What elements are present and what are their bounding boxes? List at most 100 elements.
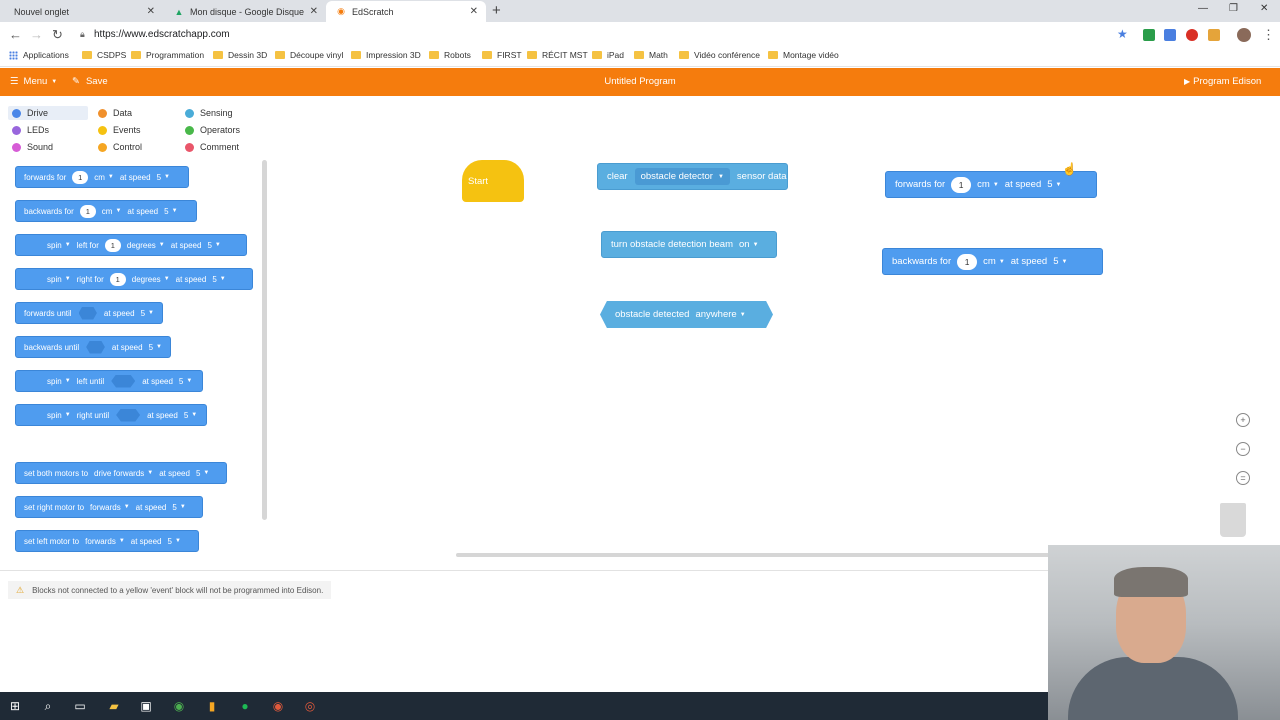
palette-block-spin-right-until[interactable]: spin ▼ right until at speed 5 ▼ [15, 404, 207, 426]
window-close-icon[interactable]: ✕ [1260, 3, 1268, 14]
category-events[interactable]: Events [94, 123, 145, 137]
spin-dropdown[interactable]: spin ▼ [47, 411, 71, 420]
boolean-slot[interactable] [111, 374, 136, 388]
bookmark-item[interactable]: Vidéo conférence [679, 50, 760, 60]
category-operators[interactable]: Operators [181, 123, 244, 137]
boolean-slot[interactable] [116, 408, 141, 422]
close-icon[interactable]: ✕ [310, 6, 318, 17]
drive-extension-icon[interactable] [1143, 29, 1155, 41]
tab-new-tab[interactable]: Nouvel onglet ✕ [0, 1, 163, 22]
chrome-icon[interactable]: ◉ [172, 699, 186, 713]
obstacle-detected-block[interactable]: obstacle detected anywhere ▼ [600, 301, 773, 328]
boolean-slot[interactable] [86, 340, 105, 354]
bookmark-item[interactable]: Impression 3D [351, 50, 421, 60]
palette-block-spin-left-until[interactable]: spin ▼ left until at speed 5 ▼ [15, 370, 203, 392]
speed-dropdown[interactable]: 5 ▼ [149, 343, 162, 352]
bookmark-item[interactable]: Dessin 3D [213, 50, 267, 60]
distance-input[interactable]: 1 [951, 176, 972, 193]
unit-dropdown[interactable]: cm ▼ [102, 207, 122, 216]
minimize-icon[interactable]: — [1198, 3, 1208, 14]
extension-icon[interactable] [1186, 29, 1198, 41]
motor-direction-dropdown[interactable]: forwards ▼ [85, 537, 125, 546]
boolean-slot[interactable] [78, 306, 97, 320]
task-view-icon[interactable]: ▭ [73, 699, 87, 713]
bookmark-item[interactable]: Math [634, 50, 668, 60]
speed-dropdown[interactable]: 5 ▼ [157, 173, 170, 182]
store-icon[interactable]: ▣ [139, 699, 153, 713]
clear-sensor-data-block[interactable]: clear obstacle detector ▼ sensor data [597, 163, 788, 190]
speed-dropdown[interactable]: 5 ▼ [1053, 256, 1067, 267]
motor-direction-dropdown[interactable]: drive forwards ▼ [94, 469, 153, 478]
distance-input[interactable]: 1 [957, 253, 978, 270]
direction-dropdown[interactable]: anywhere ▼ [695, 309, 745, 320]
kebab-menu-icon[interactable]: ⋮ [1262, 27, 1275, 43]
palette-block-spin-right-for[interactable]: spin ▼ right for 1 degrees ▼ at speed 5 ▼ [15, 268, 253, 290]
speed-dropdown[interactable]: 5 ▼ [141, 309, 154, 318]
angle-input[interactable]: 1 [109, 272, 126, 286]
start-event-block[interactable]: Start [462, 160, 524, 202]
speed-dropdown[interactable]: 5 ▼ [167, 537, 180, 546]
program-title[interactable]: Untitled Program [0, 76, 1280, 87]
spin-dropdown[interactable]: spin ▼ [47, 241, 71, 250]
bookmark-item[interactable]: Robots [429, 50, 471, 60]
trash-icon[interactable] [1220, 503, 1246, 537]
unit-dropdown[interactable]: degrees ▼ [127, 241, 165, 250]
category-comment[interactable]: Comment [181, 140, 243, 154]
unit-dropdown[interactable]: cm ▼ [977, 179, 999, 190]
bookmark-item[interactable]: Découpe vinyl [275, 50, 343, 60]
reload-icon[interactable]: ↻ [52, 27, 63, 43]
spin-dropdown[interactable]: spin ▼ [47, 275, 71, 284]
obstacle-beam-block[interactable]: turn obstacle detection beam on ▼ [601, 231, 777, 258]
url-field[interactable]: https://www.edscratchapp.com [94, 29, 230, 40]
speed-dropdown[interactable]: 5 ▼ [212, 275, 225, 284]
category-control[interactable]: Control [94, 140, 146, 154]
spotify-icon[interactable]: ● [238, 699, 252, 713]
bookmark-item[interactable]: Programmation [131, 50, 204, 60]
workspace-horizontal-scrollbar[interactable] [456, 553, 1056, 557]
forward-icon[interactable]: → [30, 27, 43, 42]
bookmark-item[interactable]: iPad [592, 50, 624, 60]
bookmark-item[interactable]: RÉCIT MST [527, 50, 588, 60]
category-leds[interactable]: LEDs [8, 123, 53, 137]
back-icon[interactable]: ← [9, 27, 22, 42]
close-icon[interactable]: ✕ [470, 6, 478, 17]
avatar[interactable] [1237, 28, 1251, 42]
palette-block-spin-left-for[interactable]: spin ▼ left for 1 degrees ▼ at speed 5 ▼ [15, 234, 247, 256]
speed-dropdown[interactable]: 5 ▼ [179, 377, 192, 386]
app-icon[interactable]: ▮ [205, 699, 219, 713]
category-data[interactable]: Data [94, 106, 136, 120]
tab-edscratch[interactable]: ◉ EdScratch ✕ [326, 1, 486, 22]
category-sensing[interactable]: Sensing [181, 106, 237, 120]
maximize-icon[interactable]: ❐ [1229, 3, 1238, 14]
speed-dropdown[interactable]: 5 ▼ [1047, 179, 1061, 190]
zoom-reset-icon[interactable]: = [1236, 471, 1250, 485]
extension-icon[interactable] [1208, 29, 1220, 41]
new-tab-button[interactable]: + [492, 2, 506, 19]
unit-dropdown[interactable]: degrees ▼ [132, 275, 170, 284]
chrome-active-icon[interactable]: ◉ [271, 699, 285, 713]
speed-dropdown[interactable]: 5 ▼ [196, 469, 209, 478]
motor-direction-dropdown[interactable]: forwards ▼ [90, 503, 130, 512]
unit-dropdown[interactable]: cm ▼ [983, 256, 1005, 267]
extension-icon[interactable] [1164, 29, 1176, 41]
distance-input[interactable]: 1 [72, 170, 89, 184]
bookmark-item[interactable]: Applications [9, 50, 69, 60]
palette-block-forwards-for[interactable]: forwards for 1 cm ▼ at speed 5 ▼ [15, 166, 189, 188]
backwards-for-block[interactable]: backwards for 1 cm ▼ at speed 5 ▼ [882, 248, 1103, 275]
category-sound[interactable]: Sound [8, 140, 57, 154]
distance-input[interactable]: 1 [79, 204, 96, 218]
angle-input[interactable]: 1 [104, 238, 121, 252]
palette-block-backwards-for[interactable]: backwards for 1 cm ▼ at speed 5 ▼ [15, 200, 197, 222]
app-icon[interactable]: ◎ [303, 699, 317, 713]
bookmark-item[interactable]: Montage vidéo [768, 50, 839, 60]
palette-scrollbar[interactable] [262, 160, 267, 520]
file-explorer-icon[interactable]: ▰ [107, 699, 121, 713]
bookmark-star-icon[interactable]: ★ [1117, 27, 1128, 41]
speed-dropdown[interactable]: 5 ▼ [172, 503, 185, 512]
beam-state-dropdown[interactable]: on ▼ [739, 239, 759, 250]
speed-dropdown[interactable]: 5 ▼ [184, 411, 197, 420]
speed-dropdown[interactable]: 5 ▼ [207, 241, 220, 250]
palette-block-set-both-motors[interactable]: set both motors to drive forwards ▼ at sp… [15, 462, 227, 484]
speed-dropdown[interactable]: 5 ▼ [164, 207, 177, 216]
zoom-in-icon[interactable]: + [1236, 413, 1250, 427]
